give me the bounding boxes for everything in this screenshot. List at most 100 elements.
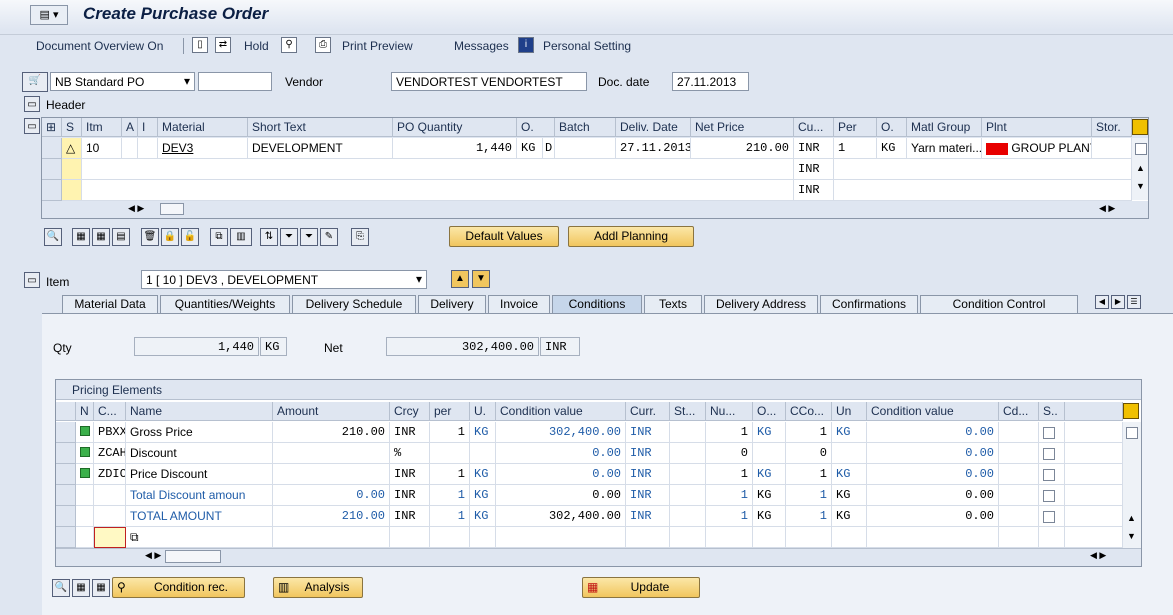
col-batch[interactable]: Batch: [555, 118, 616, 137]
services-icon[interactable]: ⎘: [351, 228, 369, 246]
statistics-checkbox[interactable]: [1039, 527, 1065, 548]
fill-cell[interactable]: [1065, 485, 1123, 506]
cond-type-cell[interactable]: [94, 485, 126, 506]
cond-nu-cell[interactable]: 0: [706, 443, 753, 464]
cond-o-cell[interactable]: KG: [753, 464, 786, 485]
material-cell[interactable]: DEV3: [158, 138, 248, 159]
currency-cell[interactable]: INR: [794, 159, 834, 180]
cond-cco-cell[interactable]: [786, 527, 832, 548]
fill-cell[interactable]: [1065, 443, 1123, 464]
row-selector[interactable]: [42, 180, 62, 201]
scroll-left-icon[interactable]: ◀ ▶: [128, 203, 144, 214]
statistics-checkbox[interactable]: [1039, 443, 1065, 464]
cond-nu-cell[interactable]: 1: [706, 464, 753, 485]
cond-un-cell[interactable]: [832, 443, 867, 464]
checkbox-icon[interactable]: [1043, 426, 1055, 439]
cond-name-cell[interactable]: Price Discount: [126, 464, 273, 485]
row-selector[interactable]: [56, 506, 76, 527]
cond-crcy-cell[interactable]: INR: [390, 422, 430, 443]
col-i[interactable]: I: [138, 118, 158, 137]
cond-crcy-cell[interactable]: INR: [390, 506, 430, 527]
fill-cell[interactable]: [1065, 464, 1123, 485]
cond-curr-cell[interactable]: INR: [626, 506, 670, 527]
cond-cond-value2-cell[interactable]: 0.00: [867, 506, 999, 527]
col-per[interactable]: per: [430, 402, 470, 421]
filter-settings-icon[interactable]: ⏷: [300, 228, 318, 246]
empty-row-cells[interactable]: [82, 180, 794, 201]
cond-name-cell[interactable]: TOTAL AMOUNT: [126, 506, 273, 527]
paste-icon[interactable]: ▥: [230, 228, 252, 246]
col-net-price[interactable]: Net Price: [691, 118, 794, 137]
cond-amount-cell[interactable]: [273, 464, 390, 485]
cond-cco-cell[interactable]: 0: [786, 443, 832, 464]
col-ctype[interactable]: C...: [94, 402, 126, 421]
col-deliv-date[interactable]: Deliv. Date: [616, 118, 691, 137]
statistics-checkbox[interactable]: [1039, 464, 1065, 485]
tab-texts[interactable]: Texts: [644, 295, 702, 313]
acct-cell[interactable]: [122, 138, 138, 159]
scroll-up-icon[interactable]: ▲: [1136, 163, 1145, 173]
personal-setting-button[interactable]: Personal Setting: [543, 39, 631, 53]
addl-planning-button[interactable]: Addl Planning: [568, 226, 694, 247]
cond-nu-cell[interactable]: 1: [706, 422, 753, 443]
row-selector[interactable]: [56, 527, 76, 548]
cond-u-cell[interactable]: KG: [470, 506, 496, 527]
sort-icon[interactable]: ⇅: [260, 228, 278, 246]
item-selector[interactable]: 1 [ 10 ] DEV3 , DEVELOPMENT ▾: [141, 270, 427, 289]
cond-cco-cell[interactable]: 1: [786, 506, 832, 527]
update-button[interactable]: ▦ Update: [582, 577, 700, 598]
stor-cell[interactable]: [1092, 138, 1132, 159]
cond-per-cell[interactable]: 1: [430, 422, 470, 443]
cond-u-cell[interactable]: KG: [470, 464, 496, 485]
empty-row-cells[interactable]: [834, 159, 1132, 180]
cond-per-cell[interactable]: 1: [430, 506, 470, 527]
st-cell[interactable]: [670, 506, 706, 527]
col-short-text[interactable]: Short Text: [248, 118, 393, 137]
col-itm[interactable]: Itm: [82, 118, 122, 137]
cond-per-cell[interactable]: [430, 443, 470, 464]
cond-un-cell[interactable]: KG: [832, 422, 867, 443]
col-curr[interactable]: Curr.: [626, 402, 670, 421]
tab-condition-control[interactable]: Condition Control: [920, 295, 1078, 313]
checkbox-icon[interactable]: [1043, 468, 1055, 481]
cond-curr-cell[interactable]: INR: [626, 422, 670, 443]
cond-o-cell[interactable]: [753, 443, 786, 464]
cond-nu-cell[interactable]: [706, 527, 753, 548]
cond-type-cell[interactable]: [94, 506, 126, 527]
doc-type-select[interactable]: NB Standard PO ▾: [50, 72, 195, 91]
cond-o-cell[interactable]: [753, 527, 786, 548]
next-item-icon[interactable]: ▼: [472, 270, 490, 288]
filter-icon[interactable]: ⏷: [280, 228, 298, 246]
scroll-down-icon[interactable]: ▼: [1127, 531, 1136, 541]
checkbox-icon[interactable]: [1126, 425, 1138, 439]
new-condition-input[interactable]: [94, 527, 126, 548]
cond-cond-value-cell[interactable]: 0.00: [496, 464, 626, 485]
col-s[interactable]: S..: [1039, 402, 1065, 421]
cond-u-cell[interactable]: KG: [470, 422, 496, 443]
cond-o-cell[interactable]: KG: [753, 422, 786, 443]
col-material[interactable]: Material: [158, 118, 248, 137]
col-po-quantity[interactable]: PO Quantity: [393, 118, 517, 137]
cond-cond-value-cell[interactable]: 302,400.00: [496, 506, 626, 527]
pricing-vertical-scrollbar[interactable]: [1123, 422, 1141, 548]
st-cell[interactable]: [670, 464, 706, 485]
scroll-left-icon[interactable]: ◀ ▶: [145, 550, 161, 561]
row-selector[interactable]: [56, 464, 76, 485]
delete-row-icon[interactable]: ▦: [92, 579, 110, 597]
cond-curr-cell[interactable]: INR: [626, 443, 670, 464]
cond-type-cell[interactable]: ZDIC: [94, 464, 126, 485]
vendor-field[interactable]: VENDORTEST VENDORTEST: [391, 72, 587, 91]
tab-confirmations[interactable]: Confirmations: [820, 295, 918, 313]
cond-crcy-cell[interactable]: %: [390, 443, 430, 464]
statistics-checkbox[interactable]: [1039, 506, 1065, 527]
other-po-icon[interactable]: ⇄: [215, 37, 231, 53]
details-icon[interactable]: 🔍: [44, 228, 62, 246]
column-settings-icon[interactable]: [1123, 403, 1139, 419]
previous-item-icon[interactable]: ▲: [451, 270, 469, 288]
tab-conditions[interactable]: Conditions: [552, 295, 642, 313]
info-icon[interactable]: i: [518, 37, 534, 53]
row-selector[interactable]: [56, 443, 76, 464]
cond-amount-cell[interactable]: [273, 527, 390, 548]
tab-list-icon[interactable]: ☰: [1127, 295, 1141, 309]
default-values-button[interactable]: Default Values: [449, 226, 559, 247]
